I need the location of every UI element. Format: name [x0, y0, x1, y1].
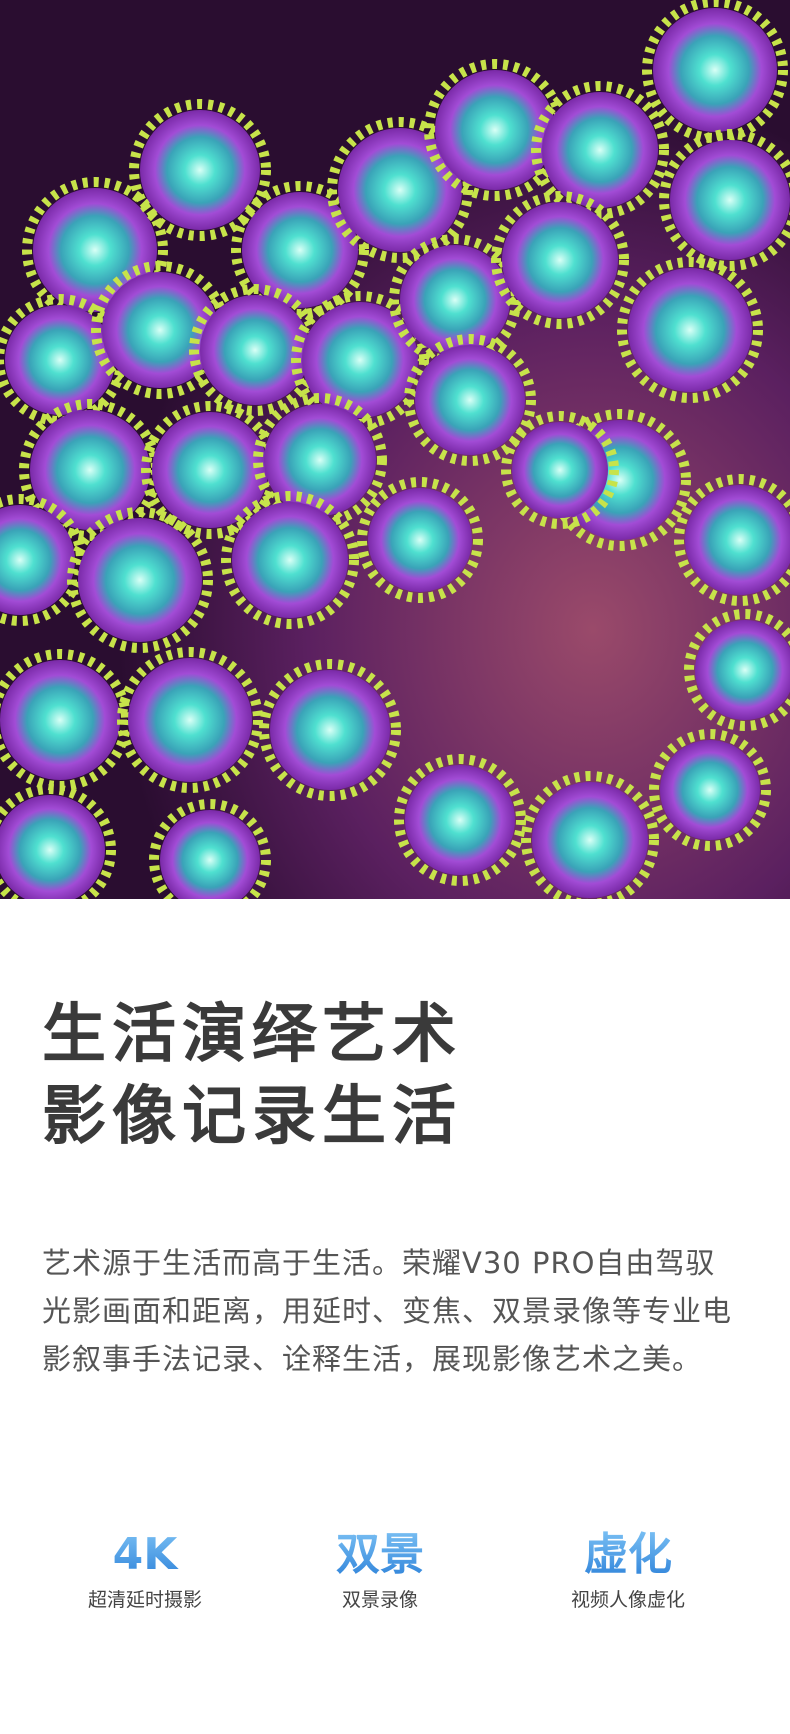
polyp-disc	[140, 110, 260, 230]
polyp-disc	[628, 268, 752, 392]
polyp-disc	[660, 740, 760, 840]
polyp-disc	[270, 670, 390, 790]
feature-4k-title: 4K	[25, 1527, 265, 1583]
polyp-disc	[405, 765, 515, 875]
description-paragraph: 艺术源于生活而高于生活。荣耀V30 PRO自由驾驭光影画面和距离，用延时、变焦、…	[42, 1246, 733, 1376]
polyp-disc	[532, 782, 648, 898]
headline-line-2: 影像记录生活	[42, 1080, 462, 1154]
polyp-disc	[685, 485, 790, 595]
polyp-disc	[502, 202, 618, 318]
feature-bokeh-caption: 视频人像虚化	[570, 1589, 685, 1611]
polyp-disc	[368, 488, 472, 592]
polyp-disc	[415, 345, 525, 455]
content-section: 生活演绎艺术 影像记录生活 艺术源于生活而高于生活。荣耀V30 PRO自由驾驭光…	[0, 899, 790, 1734]
polyp-disc	[242, 192, 358, 308]
polyp-disc	[542, 92, 658, 208]
feature-dual-view-caption: 双景录像	[341, 1589, 418, 1611]
polyp-disc	[78, 518, 202, 642]
headline-line-1: 生活演绎艺术	[42, 998, 462, 1072]
feature-dual-view-title: 双景	[260, 1527, 500, 1583]
feature-bokeh: 虚化 视频人像虚化	[508, 1527, 748, 1613]
polyp-disc	[670, 140, 790, 260]
polyp-disc	[512, 422, 608, 518]
feature-dual-view: 双景 双景录像	[260, 1527, 500, 1613]
polyp-disc	[302, 302, 418, 418]
feature-bokeh-title: 虚化	[508, 1527, 748, 1583]
coral-photo	[0, 0, 790, 899]
feature-4k: 4K 超清延时摄影	[25, 1527, 265, 1613]
hero-coral-image	[0, 0, 790, 899]
feature-4k-caption: 超清延时摄影	[87, 1589, 202, 1611]
headline: 生活演绎艺术 影像记录生活	[42, 994, 762, 1158]
feature-list: 4K 超清延时摄影 双景 双景录像 虚化 视频人像虚化	[0, 1527, 790, 1637]
polyp-disc	[128, 658, 252, 782]
polyp-disc	[653, 8, 777, 132]
polyp-disc	[0, 660, 120, 780]
polyp-disc	[232, 502, 348, 618]
polyp-disc	[152, 412, 268, 528]
